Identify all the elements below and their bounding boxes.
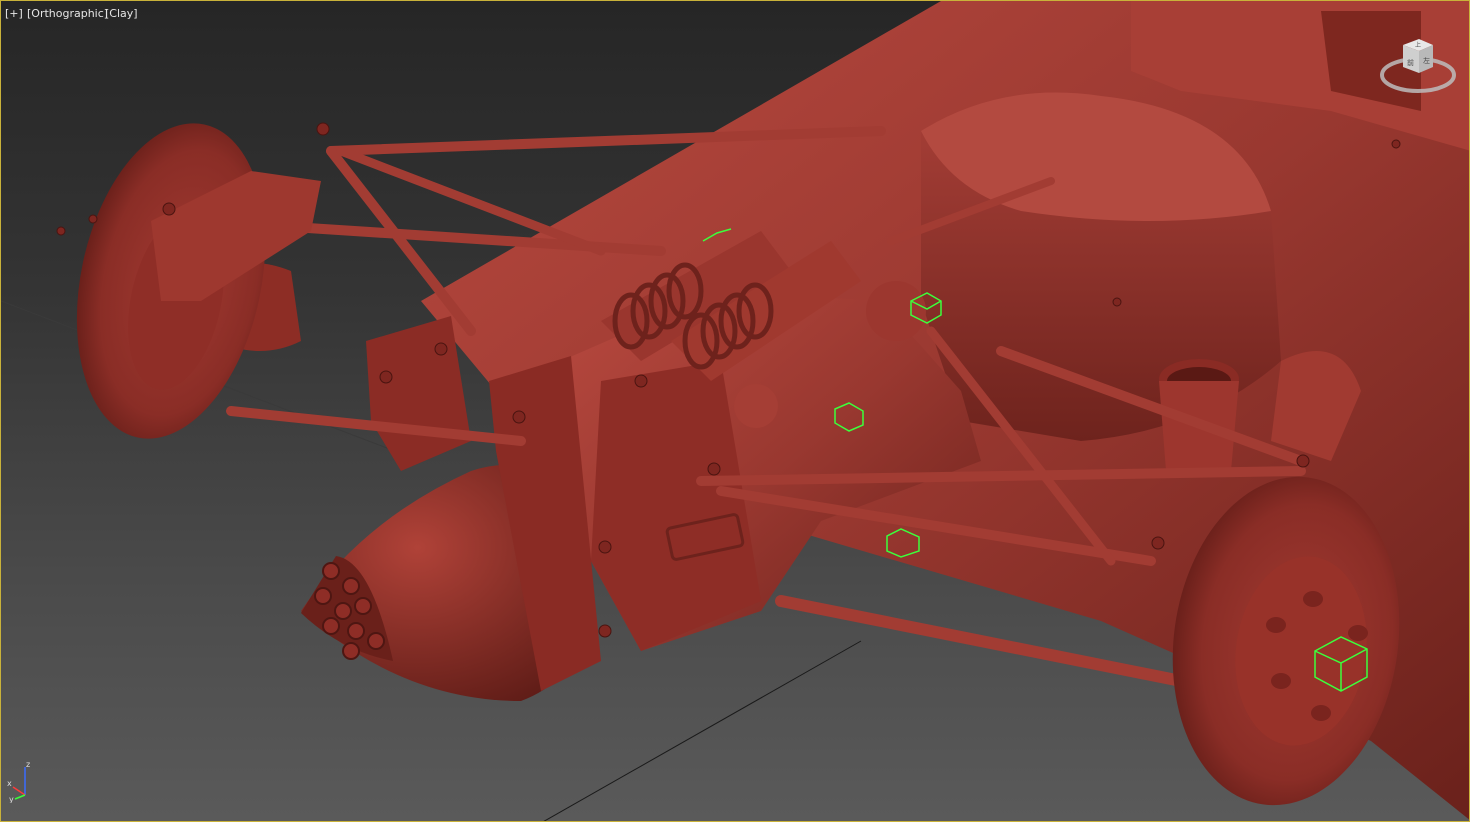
gearbox-boss (734, 384, 778, 428)
y-axis-label: y (9, 795, 14, 803)
grid-line (543, 640, 862, 821)
shading-mode-label[interactable]: [Clay] (105, 7, 138, 20)
axis-tripod: z x y (7, 760, 30, 803)
perspective-viewport[interactable]: [+] [Orthographic] [Clay] 前 左 上 z x y (0, 0, 1470, 822)
viewport-menu-button[interactable]: [+] (5, 7, 23, 20)
x-axis-label: x (7, 779, 12, 788)
x-axis-line (12, 786, 26, 796)
y-axis-line (14, 794, 26, 800)
viewcube-side-text: 左 (1423, 56, 1430, 65)
view-mode-label[interactable]: [Orthographic] (27, 7, 108, 20)
rocker-pivot (866, 281, 926, 341)
viewcube-front-text: 前 (1407, 58, 1414, 67)
scene-render (1, 1, 1469, 821)
viewcube[interactable]: 前 左 上 (1379, 35, 1457, 99)
z-axis-label: z (26, 760, 30, 769)
viewcube-top-text: 上 (1415, 41, 1421, 49)
